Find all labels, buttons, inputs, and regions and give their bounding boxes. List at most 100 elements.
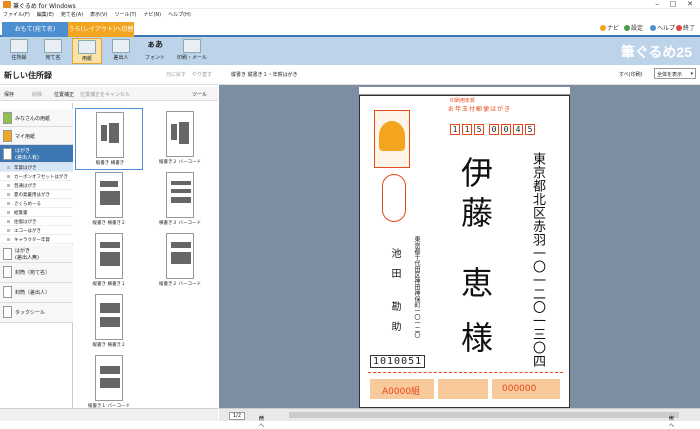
help-icon	[650, 25, 656, 31]
menu-bar: ファイル(F) 編集(E) 宛て名(A) 表示(V) ツール(T) ナビ(N) …	[0, 9, 700, 19]
tools-dropdown[interactable]: ツール	[192, 91, 207, 98]
brand-logo: 筆ぐるめ25	[620, 44, 692, 60]
recipient-given-name: 恵	[456, 266, 494, 298]
preview-header: 縦書き 縦書き１・年賀はがき すべ(印刷) 全体を表示 ▾	[219, 65, 700, 85]
layout-thumb[interactable]: 縦書き 横書き	[75, 108, 143, 170]
menu-help[interactable]: ヘルプ(H)	[168, 11, 191, 18]
sender-address: 東京都千代田区神田神保町一〇一二〇	[413, 236, 420, 338]
subcat-return[interactable]: 往復はがき	[0, 217, 73, 226]
sender-name: 池田 勘助	[389, 248, 400, 342]
category-envelope-to[interactable]: 封筒（宛て名）	[0, 263, 73, 283]
subcat-sakura[interactable]: さくらめーる	[0, 199, 73, 208]
show-label: すべ(印刷)	[619, 72, 643, 78]
cancel-fix-button[interactable]: 位置補正をキャンセル	[80, 91, 130, 98]
undo-button[interactable]: 元に戻す	[166, 71, 186, 78]
top-ruler	[359, 87, 570, 95]
category-icon	[3, 130, 12, 142]
lottery-box-right: 000000	[492, 379, 560, 399]
last-page-icon: ⏭	[669, 415, 674, 421]
postcard-preview: 印刷用年賀 お年玉付郵便はがき 1 1 5 0 0 4 5 東京都北区赤羽一〇一…	[359, 95, 570, 408]
label-sheet-icon	[3, 306, 12, 318]
subcat-normal[interactable]: 普通はがき	[0, 181, 73, 190]
menu-navi[interactable]: ナビ(N)	[143, 11, 161, 18]
layout-thumb[interactable]: 縦書き 横書き１	[75, 230, 143, 292]
navi-button[interactable]: ナビ	[600, 23, 619, 32]
address-book-title: 新しい住所録	[4, 71, 52, 80]
postcard-icon	[3, 148, 12, 160]
view-select[interactable]: 全体を表示 ▾	[654, 68, 696, 79]
ribbon-paper[interactable]: 用紙	[72, 38, 102, 64]
envelope-icon	[3, 266, 12, 278]
menu-edit[interactable]: 編集(E)	[37, 11, 54, 18]
chevron-down-icon: ▾	[690, 71, 693, 77]
layout-thumb[interactable]: 縦書き１ バーコード	[75, 352, 143, 414]
horizontal-scrollbar[interactable]	[289, 412, 679, 418]
maximize-button[interactable]: □	[666, 0, 680, 8]
close-button[interactable]: ✕	[683, 0, 697, 8]
layout-thumbnail-grid: 縦書き 横書き 縦書き２ バーコード 縦書き 横書き２ 横書き３ バーコード 縦…	[74, 103, 218, 409]
app-logo-icon	[3, 1, 11, 8]
category-tack-seal[interactable]: タックシール	[0, 303, 73, 323]
stamp-label: 印刷用年賀	[450, 98, 476, 104]
recipient-family-name: 伊藤	[456, 156, 494, 236]
status-bar: 1/2 ⏮ 前へ 次へ ⏭	[219, 408, 700, 429]
menu-file[interactable]: ファイル(F)	[3, 11, 30, 18]
position-fix-button[interactable]: 位置補正	[54, 91, 74, 98]
category-envelope-from[interactable]: 封筒（差出人）	[0, 283, 73, 303]
menu-tools[interactable]: ツール(T)	[115, 11, 137, 18]
save-button[interactable]: 保存	[4, 91, 14, 98]
paper-category-list: みなさんの用紙 マイ用紙 はがき (差出人有) 年賀はがき カーボンオフセットは…	[0, 103, 73, 408]
tab-back-switch[interactable]: うら(レイアウト)へ切替	[68, 22, 134, 37]
help-button[interactable]: ヘルプ	[650, 23, 675, 32]
left-status-bar	[0, 408, 218, 421]
honorific: 様	[456, 321, 494, 353]
ribbon-font[interactable]: ぁあ フォント	[140, 38, 170, 64]
stamp-image	[374, 110, 410, 168]
layout-thumb[interactable]: 縦書き 横書き２	[75, 169, 143, 231]
category-everyone[interactable]: みなさんの用紙	[0, 109, 73, 127]
subcat-character[interactable]: キャラクター年賀	[0, 235, 73, 244]
menu-address[interactable]: 宛て名(A)	[61, 11, 83, 18]
subcat-summer[interactable]: 夏の発暑用はがき	[0, 190, 73, 199]
page-indicator: 1/2	[229, 412, 246, 420]
layout-thumb[interactable]: 縦書き 横書き２	[75, 291, 143, 353]
ribbon-sender[interactable]: 差出人	[106, 38, 136, 64]
left-toolbar: 保存 削除 位置補正 位置補正をキャンセル ツール	[0, 87, 218, 101]
ribbon-addressee[interactable]: 宛て名	[38, 38, 68, 64]
layout-name: 縦書き 縦書き１・年賀はがき	[231, 72, 298, 78]
redo-button[interactable]: やり直す	[192, 71, 212, 78]
settings-button[interactable]: 設定	[624, 23, 643, 32]
category-postcard-no-sender[interactable]: はがき (差出人無)	[0, 245, 73, 263]
printer-icon	[183, 39, 201, 53]
subcat-nenga[interactable]: 年賀はがき	[0, 163, 73, 172]
postcard-icon	[3, 248, 12, 260]
lottery-divider	[368, 372, 563, 377]
addressee-icon	[44, 39, 62, 53]
subcat-eco[interactable]: エコーはがき	[0, 226, 73, 235]
menu-view[interactable]: 表示(V)	[90, 11, 107, 18]
ribbon-print-mail[interactable]: 印刷・メール	[172, 38, 212, 64]
minimize-button[interactable]: –	[650, 0, 664, 8]
category-postcard-with-sender[interactable]: はがき (差出人有)	[0, 145, 73, 163]
layout-thumb[interactable]: 縦書き２ バーコード	[146, 230, 214, 292]
postal-code-to: 1 1 5 0 0 4 5	[450, 124, 535, 135]
ribbon	[0, 37, 700, 65]
delete-button[interactable]: 削除	[32, 91, 42, 98]
exit-button[interactable]: 終了	[676, 23, 695, 32]
recipient-address: 東京都北区赤羽一〇一二〇一三〇四	[530, 152, 545, 368]
layout-thumb[interactable]: 縦書き２ バーコード	[146, 108, 214, 170]
subcat-carbon-offset[interactable]: カーボンオフセットはがき	[0, 172, 73, 181]
envelope-icon	[3, 286, 12, 298]
font-icon: ぁあ	[147, 40, 163, 49]
ribbon-address-book[interactable]: 住所録	[4, 38, 34, 64]
left-panel-header: 新しい住所録 元に戻す やり直す	[0, 65, 218, 85]
gear-icon	[624, 25, 630, 31]
lottery-box-left: A0000組	[370, 379, 434, 399]
category-my-paper[interactable]: マイ用紙	[0, 127, 73, 145]
tab-front[interactable]: おもて(宛て名)	[2, 22, 68, 37]
sender-icon	[112, 39, 130, 53]
layout-thumb[interactable]: 横書き３ バーコード	[146, 169, 214, 231]
postmark-circle	[382, 174, 406, 222]
subcat-picture[interactable]: 絵葉書	[0, 208, 73, 217]
stamp-text: お年玉付郵便はがき	[448, 106, 512, 113]
